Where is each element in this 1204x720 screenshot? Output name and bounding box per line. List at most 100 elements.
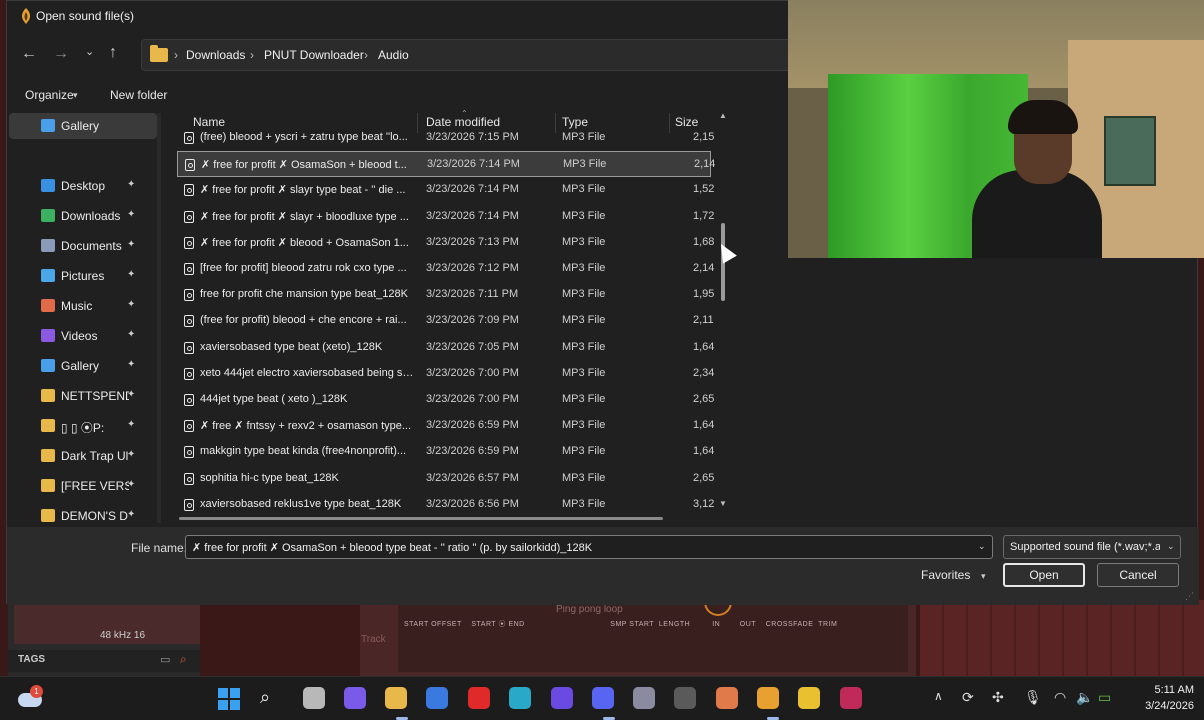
microphone-icon[interactable]: 🎙	[1024, 689, 1042, 706]
up-arrow-icon[interactable]: ↑	[109, 44, 117, 62]
file-row[interactable]: free for profit che mansion type beat_12…	[177, 282, 714, 308]
battery-icon[interactable]: ▭	[1098, 689, 1111, 706]
file-row[interactable]: ✗ free for profit ✗ slayr type beat - ''…	[177, 177, 714, 203]
edge-icon[interactable]	[509, 687, 531, 709]
show-hidden-icons-chevron-icon[interactable]: ∧	[934, 689, 943, 703]
organize-button[interactable]: Organize	[25, 88, 74, 102]
file-row[interactable]: ✗ free ✗ fntssy + rexv2 + osamason type.…	[177, 413, 714, 439]
ping-pong-loop-toggle[interactable]: Ping pong loop	[556, 604, 623, 615]
file-type-filter-select[interactable]: Supported sound file (*.wav;*.a ⌄	[1003, 535, 1181, 559]
pin-icon[interactable]: ✦	[127, 239, 135, 250]
open-button[interactable]: Open	[1003, 563, 1085, 587]
resize-grip-icon[interactable]: ⋰	[1185, 591, 1194, 602]
scroll-up-arrow-icon[interactable]: ▲	[719, 111, 727, 120]
file-row[interactable]: xeto 444jet electro xaviersobased being …	[177, 361, 714, 387]
file-row[interactable]: makkgin type beat kinda (free4nonprofit)…	[177, 439, 714, 465]
back-arrow-icon[interactable]: ←	[21, 45, 37, 63]
game-app-icon[interactable]	[716, 687, 738, 709]
file-row[interactable]: ✗ free for profit ✗ slayr + bloodluxe ty…	[177, 204, 714, 230]
app-tray-icon[interactable]: ✣	[992, 689, 1004, 706]
weather-widget-icon[interactable]: 1	[18, 685, 44, 707]
file-type-filter-value[interactable]: Supported sound file (*.wav;*.a	[1010, 541, 1160, 553]
file-row[interactable]: sophitia hi-c type beat_128K 3/23/2026 6:…	[177, 466, 715, 492]
sync-icon[interactable]: ⟳	[962, 689, 974, 706]
sidebar-item-free-versic[interactable]: [FREE VERSIC✦	[9, 473, 157, 499]
sidebar-item-demon-s-df[interactable]: DEMON'S DF ✦	[9, 503, 157, 529]
camera-icon[interactable]	[633, 687, 655, 709]
pin-icon[interactable]: ✦	[127, 209, 135, 220]
pin-icon[interactable]: ✦	[127, 359, 135, 370]
file-row[interactable]: xaviersobased type beat (xeto)_128K 3/23/…	[177, 335, 714, 361]
sidebar-item-nettspend[interactable]: NETTSPEND ✦	[9, 383, 157, 409]
sidebar-item-music[interactable]: Music ✦	[9, 293, 157, 319]
pin-icon[interactable]: ✦	[127, 179, 135, 190]
tags-folder-icon[interactable]: ▭	[160, 653, 170, 666]
outlook-icon[interactable]	[426, 687, 448, 709]
video-editor-icon[interactable]	[551, 687, 573, 709]
file-name-input[interactable]: ✗ free for profit ✗ OsamaSon + bleood ty…	[185, 535, 993, 559]
recent-locations-chevron-icon[interactable]: ⌄	[85, 45, 94, 58]
windows-start-icon[interactable]	[218, 688, 240, 710]
file-row[interactable]: [free for profit] bleood zatru rok cxo t…	[177, 256, 714, 282]
opera-icon[interactable]	[468, 687, 490, 709]
pin-icon[interactable]: ✦	[127, 299, 135, 310]
file-row[interactable]: 444jet type beat ( xeto )_128K 3/23/2026 …	[177, 387, 714, 413]
file-row[interactable]: ✗ free for profit ✗ bleood + OsamaSon 1.…	[177, 230, 714, 256]
chevron-down-icon[interactable]: ▾	[73, 90, 78, 101]
breadcrumb-audio[interactable]: Audio	[378, 48, 409, 62]
chevron-down-icon[interactable]: ⌄	[1167, 541, 1175, 552]
sidebar-item-label: Gallery	[61, 119, 100, 133]
gallery-icon	[41, 359, 55, 372]
opera-gx-icon[interactable]	[840, 687, 862, 709]
sidebar-item-gallery[interactable]: Gallery	[9, 113, 157, 139]
breadcrumb-pnut-downloader[interactable]: PNUT Downloader	[264, 48, 364, 62]
sidebar-item-downloads[interactable]: Downloads ✦	[9, 203, 157, 229]
pin-icon[interactable]: ✦	[127, 419, 135, 430]
pin-icon[interactable]: ✦	[127, 449, 135, 460]
favorites-button[interactable]: Favorites	[921, 568, 970, 582]
chrome-icon[interactable]	[798, 687, 820, 709]
sidebar-item-documents[interactable]: Documents ✦	[9, 233, 157, 259]
audio-file-icon	[184, 394, 194, 406]
wifi-icon[interactable]: ◠	[1054, 689, 1066, 706]
cancel-button[interactable]: Cancel	[1097, 563, 1179, 587]
volume-icon[interactable]: 🔈	[1076, 689, 1093, 706]
scroll-down-arrow-icon[interactable]: ▼	[719, 499, 727, 508]
sidebar-item-videos[interactable]: Videos ✦	[9, 323, 157, 349]
tags-search-icon[interactable]: ⌕	[180, 652, 187, 667]
pin-icon[interactable]: ✦	[127, 329, 135, 340]
file-row[interactable]: xaviersobased reklus1ve type beat_128K 3/…	[177, 492, 714, 518]
file-name-value[interactable]: ✗ free for profit ✗ OsamaSon + bleood ty…	[192, 541, 972, 554]
app-red-dot-icon[interactable]	[674, 687, 696, 709]
discord-icon[interactable]	[592, 687, 614, 709]
sidebar-item-desktop[interactable]: Desktop ✦	[9, 173, 157, 199]
file-explorer-icon[interactable]	[385, 687, 407, 709]
file-row[interactable]: ✗ free for profit ✗ OsamaSon + bleood t.…	[177, 151, 715, 178]
forward-arrow-icon[interactable]: →	[53, 45, 69, 63]
breadcrumb-downloads[interactable]: Downloads	[186, 48, 245, 62]
pin-icon[interactable]: ✦	[127, 509, 135, 520]
navigation-pane-scrollbar[interactable]	[157, 113, 161, 523]
file-size-cell: 2,65	[693, 471, 715, 484]
pin-icon[interactable]: ✦	[127, 269, 135, 280]
file-row[interactable]: (free) bleood + yscri + zatru type beat …	[177, 125, 714, 151]
fl-studio-icon[interactable]	[757, 687, 779, 709]
file-list-horizontal-scrollbar[interactable]	[179, 517, 663, 520]
file-list-vertical-scrollbar[interactable]: ▲ ▼	[717, 111, 729, 513]
new-folder-button[interactable]: New folder	[110, 88, 167, 102]
search-icon[interactable]: ⌕	[260, 687, 270, 708]
address-bar[interactable]: › Downloads › PNUT Downloader › Audio	[141, 39, 801, 71]
clock-date[interactable]: 3/24/2026	[1130, 700, 1194, 712]
task-view-icon[interactable]	[303, 687, 325, 709]
pin-icon[interactable]: ✦	[127, 479, 135, 490]
sidebar-item-dark-trap-ult[interactable]: Dark Trap Ult ✦	[9, 443, 157, 469]
chevron-down-icon[interactable]: ▾	[981, 571, 986, 582]
pin-icon[interactable]: ✦	[127, 389, 135, 400]
file-row[interactable]: (free for profit) bleood + che encore + …	[177, 308, 714, 334]
sidebar-item-pictures[interactable]: Pictures ✦	[9, 263, 157, 289]
sidebar-item-p[interactable]: ▯ ▯ ⦿P: ✦	[9, 413, 157, 439]
chevron-down-icon[interactable]: ⌄	[978, 541, 986, 552]
sidebar-item-gallery[interactable]: Gallery ✦	[9, 353, 157, 379]
copilot-icon[interactable]	[344, 687, 366, 709]
clock-time[interactable]: 5:11 AM	[1130, 684, 1194, 696]
